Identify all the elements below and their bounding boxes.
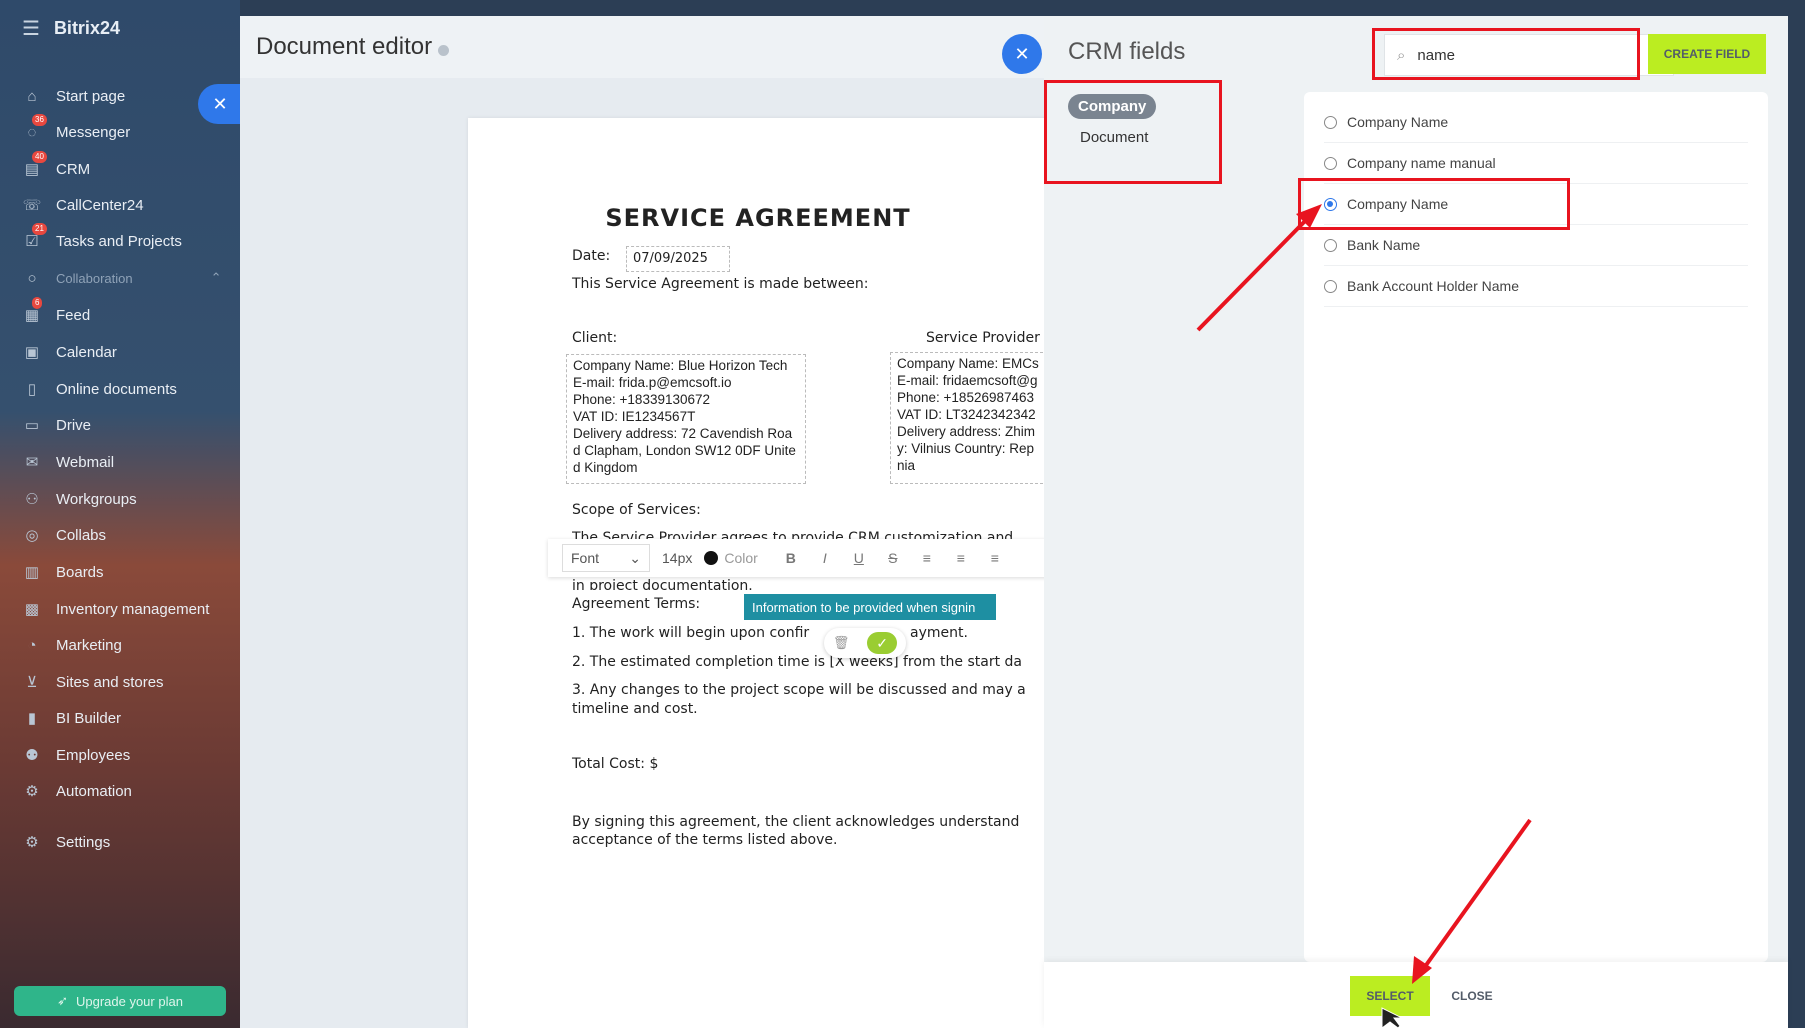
arrow-to-select-button <box>1412 818 1532 984</box>
arrow-to-selected-field <box>1196 204 1322 332</box>
annotation-arrows <box>1196 204 1532 1028</box>
mouse-cursor <box>1381 1007 1403 1028</box>
